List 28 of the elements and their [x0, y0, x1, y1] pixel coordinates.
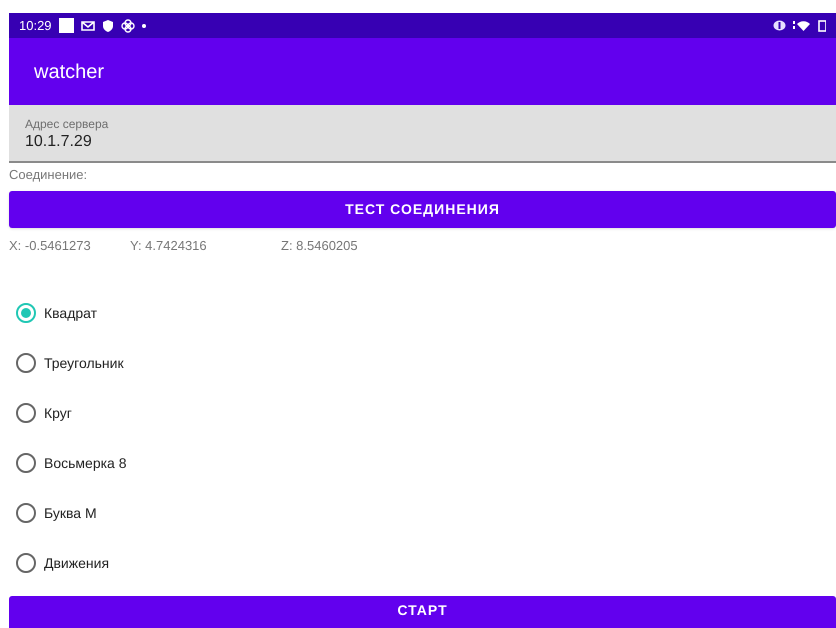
- radio-icon[interactable]: [16, 503, 36, 523]
- shape-radio-option[interactable]: Квадрат: [16, 302, 98, 324]
- radio-icon[interactable]: [16, 353, 36, 373]
- wifi-icon: [793, 20, 811, 32]
- connection-label: Соединение:: [9, 166, 88, 183]
- fan-icon: [120, 18, 135, 32]
- shape-radio-option[interactable]: Круг: [16, 402, 72, 424]
- eye-icon: [773, 20, 786, 31]
- shape-radio-option[interactable]: Буква М: [16, 502, 97, 524]
- radio-icon[interactable]: [16, 403, 36, 423]
- status-time: 10:29: [19, 16, 52, 35]
- test-connection-button[interactable]: ТЕСТ СОЕДИНЕНИЯ: [9, 191, 836, 228]
- shape-radio-option[interactable]: Треугольник: [16, 352, 124, 374]
- sensor-reading: Z: 8.5460205: [281, 238, 358, 254]
- radio-icon[interactable]: [16, 553, 36, 573]
- notification-square-icon: [58, 18, 74, 33]
- start-button[interactable]: СТАРТ: [9, 596, 836, 628]
- shape-radio-option[interactable]: Движения: [16, 552, 110, 574]
- app-title: watcher: [34, 60, 104, 84]
- sensor-reading: X: -0.5461273: [9, 238, 91, 254]
- shape-radio-option[interactable]: Восьмерка 8: [16, 452, 127, 474]
- sensor-reading: Y: 4.7424316: [130, 238, 207, 254]
- radio-icon[interactable]: [16, 453, 36, 473]
- battery-icon: [818, 20, 826, 32]
- shield-icon: [102, 19, 114, 32]
- mail-icon: [80, 20, 95, 32]
- radio-checked-icon[interactable]: [16, 303, 36, 323]
- server-address-field[interactable]: Адрес сервера 10.1.7.29: [9, 105, 836, 163]
